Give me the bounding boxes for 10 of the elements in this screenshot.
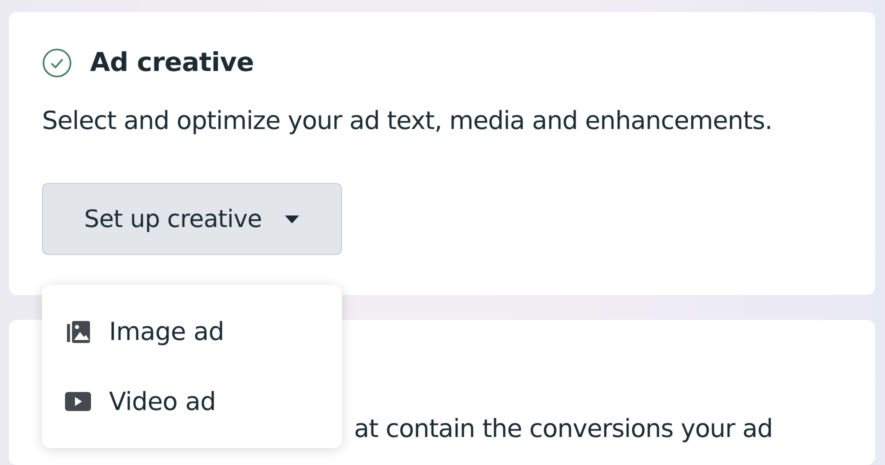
- image-icon: [65, 318, 91, 345]
- section-description: Select and optimize your ad text, media and enhancements.: [42, 106, 774, 135]
- menu-item[interactable]: Image ad: [42, 297, 342, 366]
- menu-item-label: Image ad: [109, 317, 224, 346]
- section-description: at contain the conversions your ad: [354, 414, 774, 443]
- setup-creative-dropdown[interactable]: Set up creative: [42, 183, 342, 255]
- caret-icon: [284, 214, 300, 224]
- menu-item-label: Video ad: [109, 386, 216, 416]
- section-title: Ad creative: [90, 48, 254, 78]
- menu-item[interactable]: Video ad: [42, 366, 342, 436]
